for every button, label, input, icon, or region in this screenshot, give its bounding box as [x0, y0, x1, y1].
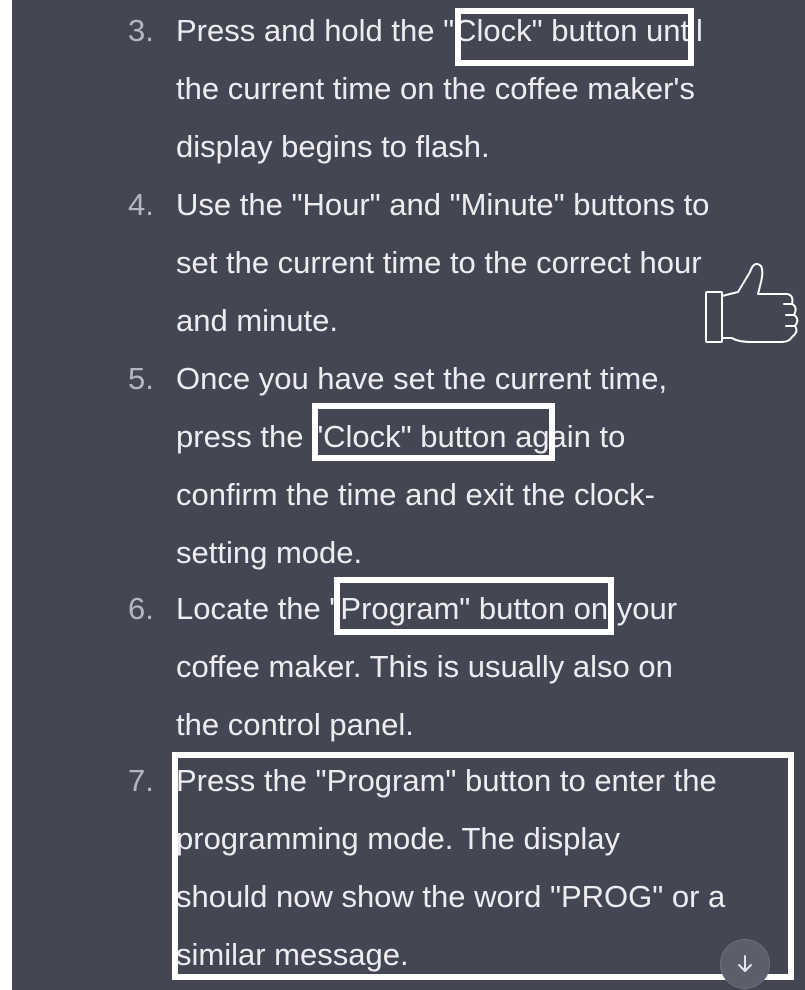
step-line: the current time on the coffee maker's — [176, 71, 695, 106]
step-number: 3. — [128, 13, 154, 48]
step-line: setting mode. — [176, 535, 363, 570]
thumbs-up-icon — [694, 258, 805, 350]
step-line: confirm the time and exit the clock- — [176, 477, 655, 512]
step-number: 5. — [128, 361, 154, 396]
highlight-box-clock-button-again — [312, 403, 555, 461]
step-number: 6. — [128, 591, 154, 626]
step-line: set the current time to the correct hour — [176, 245, 702, 280]
highlight-box-clock-button — [455, 8, 694, 66]
step-line: and minute. — [176, 303, 338, 338]
step-number: 7. — [128, 763, 154, 798]
step-line: coffee maker. This is usually also on — [176, 649, 673, 684]
step-line: Use the "Hour" and "Minute" buttons to — [176, 187, 710, 222]
step-line: display begins to flash. — [176, 129, 490, 164]
step-number: 4. — [128, 187, 154, 222]
highlight-box-step-7 — [172, 752, 794, 980]
highlight-box-program-button — [334, 577, 614, 635]
scroll-to-bottom-button[interactable] — [720, 939, 770, 989]
step-line: Once you have set the current time, — [176, 361, 668, 396]
step-line: the control panel. — [176, 707, 414, 742]
arrow-down-icon — [738, 955, 752, 972]
